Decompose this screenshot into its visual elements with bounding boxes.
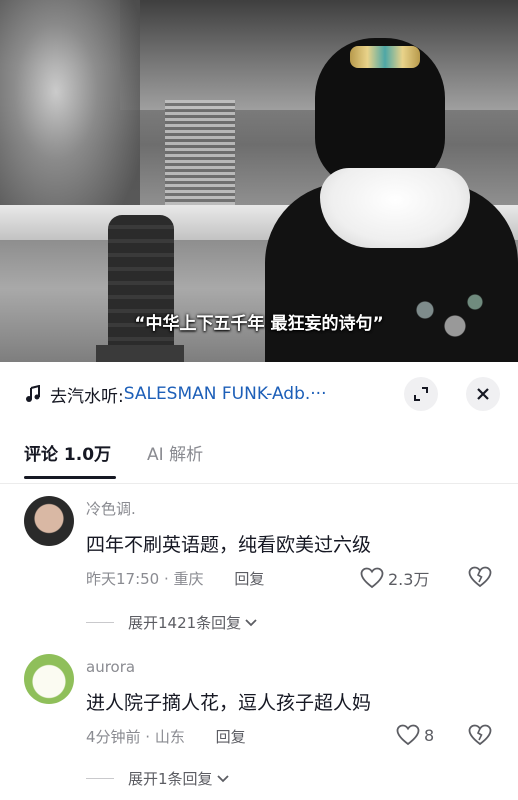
comment-username[interactable]: 冷色调. [86,498,136,519]
comment-time-location: 4分钟前 · 山东 [86,728,185,746]
dislike-button[interactable] [468,566,492,592]
tab-ai-analysis[interactable]: AI 解析 [147,440,203,465]
broken-heart-icon [468,566,492,588]
music-song-title[interactable]: SALESMAN FUNK-Adb. [124,384,311,404]
expand-divider-line [86,622,114,623]
music-prefix: 去汽水听: [50,386,124,407]
expand-icon [414,387,428,401]
like-button[interactable]: 8 [396,724,434,746]
expand-replies-label: 展开1421条回复 [128,614,242,632]
close-button[interactable] [466,377,500,411]
reply-button[interactable]: 回复 [216,728,246,746]
expand-replies-button[interactable]: 展开1条回复 [86,768,230,789]
like-count: 2.3万 [388,570,430,589]
heart-icon [360,567,384,589]
comment-meta: 4分钟前 · 山东 回复 [86,726,246,747]
expand-divider-line [86,778,114,779]
fur-collar [320,168,470,248]
chevron-down-icon [245,618,257,626]
active-tab-indicator [24,476,116,479]
heart-icon [396,724,420,746]
tab-comments[interactable]: 评论 1.0万 [24,440,111,465]
video-player[interactable]: “中华上下五千年 最狂妄的诗句” [0,0,518,362]
comment-text: 四年不刷英语题，纯看欧美过六级 [86,534,372,556]
pillar-base [96,345,184,362]
comment-time-location: 昨天17:50 · 重庆 [86,570,204,588]
comment-username[interactable]: aurora [86,658,135,676]
comment-meta: 昨天17:50 · 重庆 回复 [86,568,264,589]
dislike-button[interactable] [468,724,492,750]
comment-panel: 去汽水听: SALESMAN FUNK-Adb. ··· 评论 1.0万 AI … [0,362,518,800]
chevron-down-icon [216,774,229,782]
expand-replies-button[interactable]: 展开1421条回复 [86,612,258,633]
hair-ornament [350,46,420,68]
close-icon [477,388,489,400]
stone-pillar [108,215,174,355]
divider [0,483,518,484]
comment-tabs: 评论 1.0万 AI 解析 [24,440,203,465]
reply-button[interactable]: 回复 [234,570,264,588]
music-ellipsis: ··· [310,384,327,404]
expand-button[interactable] [404,377,438,411]
like-button[interactable]: 2.3万 [360,566,429,590]
video-subtitle: “中华上下五千年 最狂妄的诗句” [134,314,384,334]
avatar[interactable] [24,496,74,546]
music-link[interactable]: 去汽水听: SALESMAN FUNK-Adb. ··· [24,378,424,410]
snowy-cliff [0,0,140,230]
comment-text: 进人院子摘人花，逗人孩子超人妈 [86,692,372,714]
expand-replies-label: 展开1条回复 [128,770,213,788]
avatar[interactable] [24,654,74,704]
broken-heart-icon [468,724,492,746]
stone-stairs [165,100,235,220]
music-note-icon [24,384,42,403]
like-count: 8 [424,725,435,745]
